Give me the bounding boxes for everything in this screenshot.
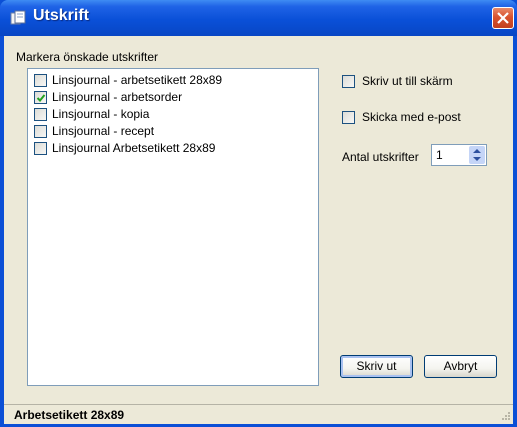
copies-value[interactable]: 1 [436, 148, 443, 162]
title-bar[interactable]: Utskrift [0, 0, 517, 36]
list-item-checkbox[interactable] [34, 91, 47, 104]
copies-stepper[interactable]: 1 [431, 144, 487, 166]
print-to-screen-checkbox[interactable] [342, 75, 355, 88]
list-item[interactable]: Linsjournal - arbetsorder [32, 90, 312, 106]
list-item-label: Linsjournal Arbetsetikett 28x89 [52, 141, 216, 155]
status-text: Arbetsetikett 28x89 [14, 408, 125, 422]
list-item-label: Linsjournal - kopia [52, 107, 150, 121]
list-item-label: Linsjournal - recept [52, 124, 155, 138]
resize-grip-icon[interactable] [499, 410, 511, 422]
cancel-button[interactable]: Avbryt [424, 355, 497, 378]
list-item[interactable]: Linsjournal - kopia [32, 107, 312, 123]
list-item-label: Linsjournal - arbetsetikett 28x89 [52, 73, 223, 87]
list-item-checkbox[interactable] [34, 74, 47, 87]
print-list-label: Markera önskade utskrifter [16, 50, 159, 64]
up-down-arrows-icon [473, 149, 481, 161]
print-list[interactable]: Linsjournal - arbetsetikett 28x89 Linsjo… [27, 68, 319, 386]
list-item-checkbox[interactable] [34, 108, 47, 121]
print-to-screen-option[interactable]: Skriv ut till skärm [340, 74, 490, 90]
window-title: Utskrift [33, 7, 90, 24]
list-item[interactable]: Linsjournal Arbetsetikett 28x89 [32, 141, 312, 157]
print-to-screen-label: Skriv ut till skärm [362, 74, 453, 88]
list-item-checkbox[interactable] [34, 142, 47, 155]
send-email-option[interactable]: Skicka med e-post [340, 110, 490, 126]
close-icon [497, 12, 509, 24]
list-item-checkbox[interactable] [34, 125, 47, 138]
print-dialog: Utskrift Markera önskade utskrifter Lins… [0, 0, 517, 427]
spin-buttons[interactable] [469, 146, 485, 164]
checkmark-icon [36, 94, 46, 102]
print-button[interactable]: Skriv ut [340, 355, 413, 378]
send-email-checkbox[interactable] [342, 111, 355, 124]
status-bar: Arbetsetikett 28x89 [4, 404, 513, 424]
copies-label: Antal utskrifter [342, 150, 419, 164]
dialog-body: Markera önskade utskrifter Linsjournal -… [4, 36, 513, 424]
list-item[interactable]: Linsjournal - recept [32, 124, 312, 140]
list-item[interactable]: Linsjournal - arbetsetikett 28x89 [32, 73, 312, 89]
printer-document-icon [10, 10, 26, 26]
list-item-label: Linsjournal - arbetsorder [52, 90, 183, 104]
send-email-label: Skicka med e-post [362, 110, 461, 124]
close-button[interactable] [492, 7, 514, 29]
